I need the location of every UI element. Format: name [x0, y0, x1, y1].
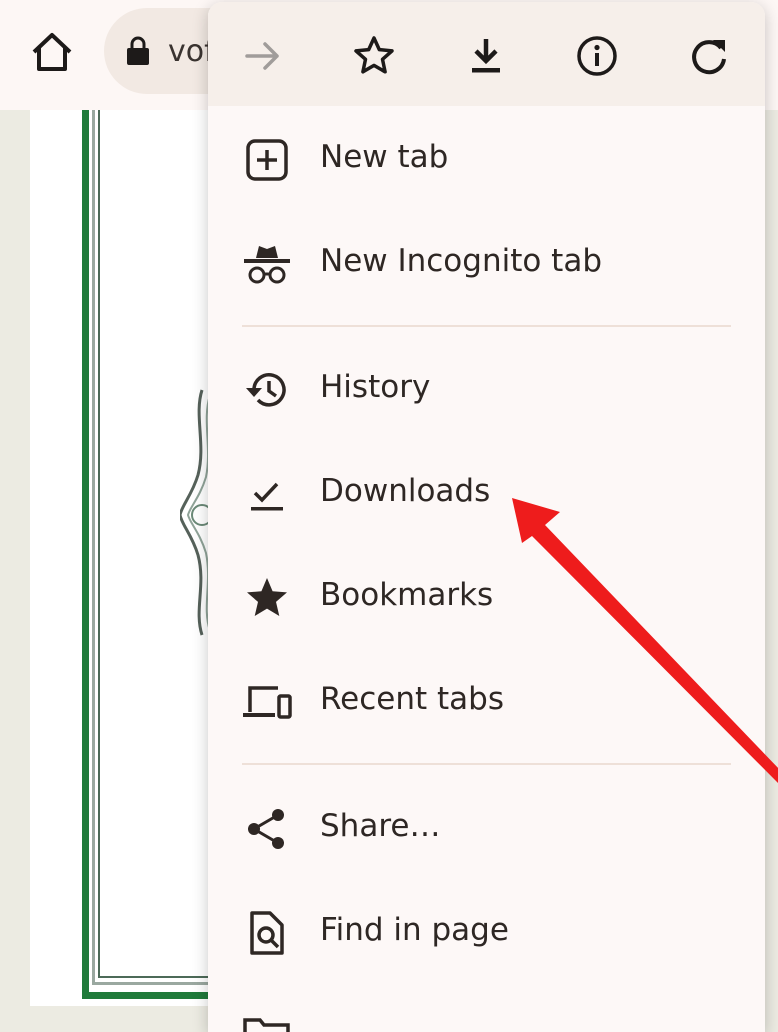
- bookmark-star-outline-icon[interactable]: [342, 24, 406, 88]
- lock-icon: [124, 36, 152, 66]
- menu-divider: [242, 325, 731, 327]
- menu-item-history[interactable]: History: [208, 345, 765, 435]
- menu-item-label: Find in page: [320, 912, 509, 948]
- menu-item-downloads[interactable]: Downloads: [208, 449, 765, 539]
- menu-item-label: Share…: [320, 808, 441, 844]
- forward-icon[interactable]: [231, 24, 295, 88]
- menu-item-find-in-page[interactable]: Find in page: [208, 888, 765, 978]
- downloads-icon: [242, 472, 292, 516]
- refresh-icon[interactable]: [677, 24, 741, 88]
- menu-divider: [242, 763, 731, 765]
- new-tab-icon: [242, 138, 292, 182]
- menu-item-label: New Incognito tab: [320, 243, 603, 279]
- menu-item-label: Recent tabs: [320, 681, 504, 717]
- menu-item-label: New tab: [320, 139, 449, 175]
- download-icon[interactable]: [454, 24, 518, 88]
- menu-item-label: History: [320, 369, 431, 405]
- incognito-icon: [242, 242, 292, 286]
- menu-item-new-incognito-tab[interactable]: New Incognito tab: [208, 219, 765, 309]
- info-icon[interactable]: [565, 24, 629, 88]
- page-content: [30, 110, 239, 1006]
- menu-item-partial[interactable]: [208, 992, 765, 1032]
- overflow-menu: New tab New Incognito tab History Downlo…: [208, 2, 765, 1032]
- menu-item-label: Downloads: [320, 473, 491, 509]
- bookmark-star-icon: [242, 576, 292, 620]
- menu-item-label: Bookmarks: [320, 577, 494, 613]
- menu-item-share[interactable]: Share…: [208, 784, 765, 874]
- find-in-page-icon: [242, 911, 292, 955]
- history-icon: [242, 368, 292, 412]
- menu-item-bookmarks[interactable]: Bookmarks: [208, 553, 765, 643]
- menu-item-recent-tabs[interactable]: Recent tabs: [208, 657, 765, 747]
- folder-icon: [242, 1014, 292, 1032]
- menu-action-row: [208, 2, 765, 106]
- share-icon: [242, 807, 292, 851]
- home-icon[interactable]: [28, 28, 76, 76]
- menu-item-new-tab[interactable]: New tab: [208, 115, 765, 205]
- recent-tabs-icon: [242, 680, 292, 724]
